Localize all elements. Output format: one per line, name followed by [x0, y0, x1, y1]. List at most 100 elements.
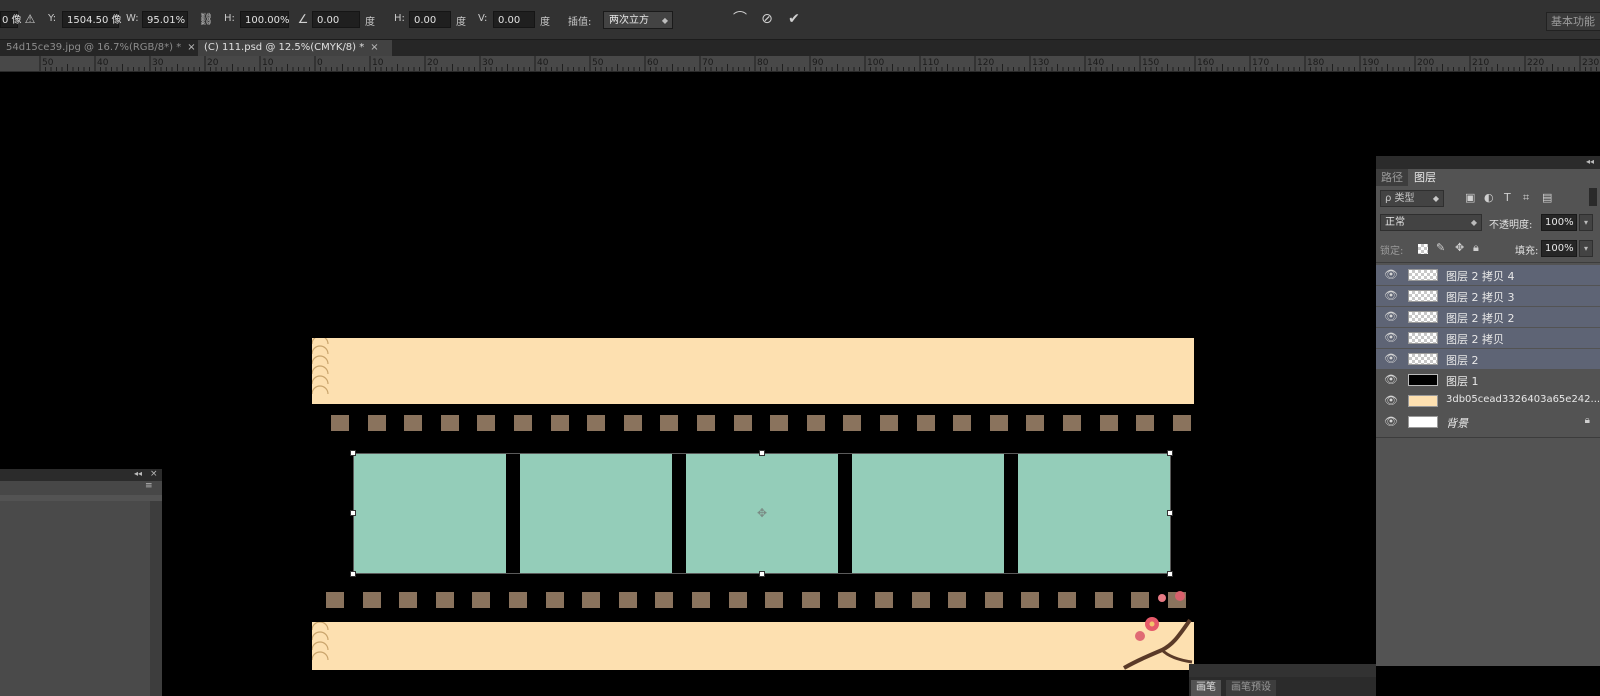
ruler-label: 90: [812, 58, 824, 68]
tab-jpg-document[interactable]: 54d15ce39.jpg @ 16.7%(RGB/8*) * ×: [0, 40, 196, 56]
ruler-label: 200: [1417, 58, 1434, 68]
tab-layers[interactable]: 图层: [1409, 169, 1443, 186]
layer-row[interactable]: 👁︎ 图层 1: [1376, 370, 1600, 390]
dropdown-arrow-icon: ◆: [1432, 194, 1439, 203]
layer-name: 图层 2 拷贝: [1446, 333, 1504, 346]
transform-center-icon[interactable]: ✥: [756, 507, 768, 519]
floating-panel: ◂◂ × ≡: [0, 469, 162, 696]
blend-mode-dropdown[interactable]: 正常 ◆: [1380, 214, 1482, 231]
layer-row[interactable]: 👁︎ 图层 2 拷贝: [1376, 328, 1600, 348]
visibility-eye-icon[interactable]: 👁︎: [1384, 395, 1398, 406]
transform-handle[interactable]: [1167, 571, 1173, 577]
fill-slider-button[interactable]: ▾: [1579, 240, 1593, 257]
warp-mode-icon[interactable]: ⌒: [732, 11, 748, 28]
vskew-field[interactable]: 0.00: [493, 11, 535, 28]
layer-name: 3db05cead3326403a65e242...: [1446, 394, 1600, 405]
transform-handle[interactable]: [1167, 450, 1173, 456]
tab-psd-document[interactable]: (C) 111.psd @ 12.5%(CMYK/8) * ×: [198, 40, 392, 56]
tab-brush[interactable]: 画笔: [1191, 680, 1221, 696]
adjustment-filter-icon[interactable]: ◐: [1484, 191, 1494, 204]
workspace-button[interactable]: 基本功能: [1546, 12, 1600, 31]
tab-paths[interactable]: 路径: [1376, 169, 1408, 186]
filter-toggle-icon[interactable]: [1589, 188, 1597, 206]
close-panel-icon[interactable]: ×: [150, 469, 158, 479]
collapse-panel-icon[interactable]: ◂◂: [1586, 157, 1594, 166]
x-position-field[interactable]: 0 像: [0, 11, 22, 28]
sprocket-hole: [440, 415, 459, 431]
transform-handle[interactable]: [350, 510, 356, 516]
sprocket-hole: [472, 592, 491, 608]
shape-filter-icon[interactable]: ⌗: [1523, 191, 1529, 205]
rotate-angle-icon: ∠: [297, 12, 309, 26]
visibility-eye-icon[interactable]: 👁︎: [1384, 311, 1398, 322]
sprocket-hole: [953, 415, 972, 431]
layer-row[interactable]: 👁︎ 图层 2 拷贝 3: [1376, 286, 1600, 306]
panel-header[interactable]: [1376, 156, 1600, 169]
layer-thumbnail: [1408, 290, 1438, 302]
type-filter-icon[interactable]: T: [1504, 191, 1511, 204]
interpolation-dropdown[interactable]: 两次立方 ◆: [603, 11, 673, 29]
layer-row[interactable]: 👁︎ 图层 2 拷贝 4: [1376, 265, 1600, 285]
link-aspect-icon[interactable]: ⛓: [198, 11, 214, 28]
tab-label: (C) 111.psd @ 12.5%(CMYK/8) *: [204, 42, 365, 53]
panel-menu-icon[interactable]: ≡: [145, 481, 153, 491]
ruler-label: 220: [1527, 58, 1544, 68]
panel-scrollbar[interactable]: [150, 501, 162, 696]
close-tab-icon[interactable]: ×: [370, 42, 378, 53]
layer-row[interactable]: 👁︎ 背景 🔒︎: [1376, 412, 1600, 432]
wave-pattern-icon: [312, 338, 329, 395]
ruler-label: 10: [262, 58, 274, 68]
visibility-eye-icon[interactable]: 👁︎: [1384, 374, 1398, 385]
sprocket-hole: [587, 415, 606, 431]
lock-position-icon[interactable]: ✥: [1455, 241, 1464, 254]
transform-handle[interactable]: [350, 450, 356, 456]
layer-row[interactable]: 👁︎ 图层 2: [1376, 349, 1600, 369]
lock-image-pixels-icon[interactable]: ✎: [1436, 241, 1445, 254]
visibility-eye-icon[interactable]: 👁︎: [1384, 290, 1398, 301]
smart-object-filter-icon[interactable]: ▤: [1542, 191, 1552, 204]
visibility-eye-icon[interactable]: 👁︎: [1384, 332, 1398, 343]
hskew-field[interactable]: 0.00: [409, 11, 451, 28]
ruler-ticks: 50 40 30 20 10 0 10 20 30 40 50 60 70 80 90 100 110 120 13…: [39, 56, 1599, 71]
visibility-eye-icon[interactable]: 👁︎: [1384, 269, 1398, 280]
width-field[interactable]: 95.01%: [142, 11, 188, 28]
sprocket-hole: [514, 415, 532, 431]
sprocket-hole: [655, 592, 674, 608]
tab-brush-presets[interactable]: 画笔预设: [1226, 680, 1276, 696]
height-field[interactable]: 100.00%: [240, 11, 290, 28]
opacity-field[interactable]: 100%: [1541, 214, 1577, 231]
transform-handle[interactable]: [350, 571, 356, 577]
transform-handle[interactable]: [759, 450, 765, 456]
brush-panel-header[interactable]: [1189, 664, 1376, 677]
layer-thumbnail: [1408, 374, 1438, 386]
commit-transform-icon[interactable]: ✔: [786, 11, 802, 28]
reference-point-icon[interactable]: ⚠: [22, 11, 38, 28]
layer-filter-dropdown[interactable]: ρ 类型 ◆: [1380, 190, 1444, 207]
close-tab-icon[interactable]: ×: [187, 42, 195, 53]
pixel-filter-icon[interactable]: ▣: [1465, 191, 1475, 204]
ruler-label: 170: [1252, 58, 1269, 68]
layer-row[interactable]: 👁︎ 3db05cead3326403a65e242...: [1376, 391, 1600, 411]
layer-lock-icon: 🔒︎: [1584, 415, 1590, 426]
visibility-eye-icon[interactable]: 👁︎: [1384, 416, 1398, 427]
transform-handle[interactable]: [1167, 510, 1173, 516]
visibility-eye-icon[interactable]: 👁︎: [1384, 353, 1398, 364]
sprocket-hole: [545, 592, 564, 608]
sprocket-hole: [697, 415, 715, 431]
sprocket-hole: [326, 592, 344, 608]
y-position-field[interactable]: 1504.50 像: [62, 11, 122, 28]
cancel-transform-icon[interactable]: ⊘: [759, 11, 775, 28]
sprocket-row-top: [0, 415, 1376, 433]
rotate-field[interactable]: 0.00: [312, 11, 360, 28]
lock-transparent-icon[interactable]: [1418, 244, 1428, 254]
ruler-label: 40: [97, 58, 109, 68]
ruler-label: 190: [1362, 58, 1379, 68]
transform-handle[interactable]: [759, 571, 765, 577]
lock-all-icon[interactable]: 🔒︎: [1473, 241, 1479, 255]
ruler-label: 150: [1142, 58, 1159, 68]
opacity-slider-button[interactable]: ▾: [1579, 214, 1593, 231]
fill-field[interactable]: 100%: [1541, 240, 1577, 257]
layer-row[interactable]: 👁︎ 图层 2 拷贝 2: [1376, 307, 1600, 327]
collapse-panel-icon[interactable]: ◂◂: [134, 469, 142, 478]
sprocket-hole: [765, 592, 784, 608]
